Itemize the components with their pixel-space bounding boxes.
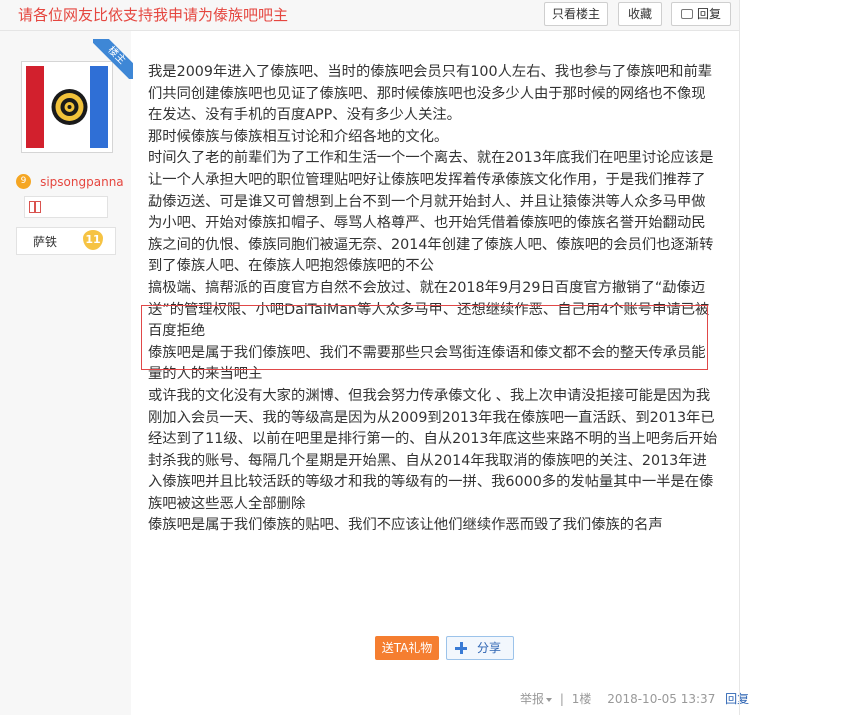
reply-icon bbox=[680, 9, 693, 19]
username-row: 9 sipsongpanna bbox=[16, 171, 124, 189]
post-paragraph: 傣族吧是属于我们傣族的贴吧、我们不应该让他们继续作恶而毁了我们傣族的名声 bbox=[148, 517, 663, 534]
op-badge-label: 楼主 bbox=[93, 39, 133, 79]
level-title: 萨铁 bbox=[33, 235, 58, 249]
username-link[interactable]: sipsongpanna bbox=[40, 175, 124, 189]
user-icon-box bbox=[24, 196, 108, 218]
share-icon bbox=[455, 642, 467, 654]
post-paragraph-highlighted: 搞极端、搞帮派的百度官方自然不会放过、就在2018年9月29日百度官方撤销了“勐… bbox=[148, 279, 710, 340]
meta-separator: | bbox=[559, 692, 564, 706]
thread-title[interactable]: 请各位网友比依支持我申请为傣族吧吧主 bbox=[18, 4, 288, 25]
favorite-button[interactable]: 收藏 bbox=[618, 2, 662, 26]
op-corner-badge: 楼主 bbox=[93, 39, 133, 79]
floor-number: 1楼 bbox=[571, 692, 592, 706]
level-box[interactable]: 萨铁 11 bbox=[16, 227, 116, 255]
post-meta: 举报 | 1楼 2018-10-05 13:37 回复 bbox=[520, 690, 749, 707]
reply-button-label: 回复 bbox=[696, 7, 721, 21]
author-panel: 楼主 9 sipsongpanna 萨铁 11 bbox=[0, 31, 133, 715]
post-paragraph: 时间久了老的前辈们为了工作和生活一个一个离去、就在2013年底我们在吧里讨论应该… bbox=[148, 150, 714, 275]
member-level-icon: 9 bbox=[16, 174, 31, 189]
send-gift-button[interactable]: 送TA礼物 bbox=[375, 636, 439, 660]
only-op-button[interactable]: 只看楼主 bbox=[544, 2, 608, 26]
gift-icon[interactable] bbox=[29, 201, 41, 213]
thread-header: 请各位网友比依支持我申请为傣族吧吧主 只看楼主 收藏 回复 bbox=[0, 0, 740, 31]
post-paragraph: 我是2009年进入了傣族吧、当时的傣族吧会员只有100人左右、我也参与了傣族吧和… bbox=[148, 64, 713, 124]
share-button[interactable]: 分享 bbox=[446, 636, 514, 660]
reply-link[interactable]: 回复 bbox=[725, 692, 749, 706]
chevron-down-icon bbox=[546, 697, 553, 702]
post-paragraph: 那时候傣族与傣族相互讨论和介绍各地的文化。 bbox=[148, 128, 449, 145]
share-label: 分享 bbox=[477, 641, 502, 655]
post-content: 我是2009年进入了傣族吧、当时的傣族吧会员只有100人左右、我也参与了傣族吧和… bbox=[148, 62, 718, 537]
post-paragraph: 傣族吧是属于我们傣族吧、我们不需要那些只会骂街连傣语和傣文都不会的整天传承员能量… bbox=[148, 344, 706, 383]
post-timestamp: 2018-10-05 13:37 bbox=[607, 692, 716, 706]
page-divider bbox=[739, 0, 740, 715]
report-link[interactable]: 举报 bbox=[520, 692, 553, 706]
level-number-badge: 11 bbox=[83, 230, 103, 250]
reply-button[interactable]: 回复 bbox=[671, 2, 731, 26]
post-paragraph: 或许我的文化没有大家的渊博、但我会努力传承傣文化 、我上次申请没拒接可能是因为我… bbox=[148, 387, 718, 512]
